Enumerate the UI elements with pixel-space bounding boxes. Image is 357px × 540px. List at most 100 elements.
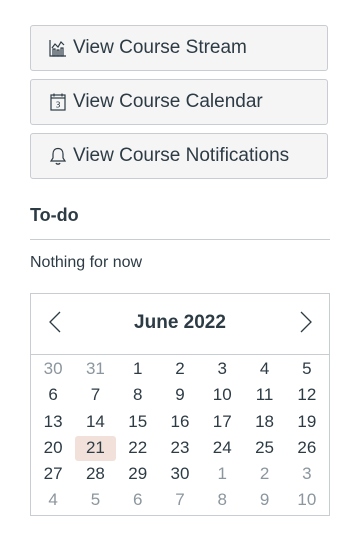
calendar-day[interactable]: 2 [243, 461, 285, 487]
calendar-day-number: 2 [175, 359, 185, 378]
calendar-day[interactable]: 29 [117, 461, 159, 487]
calendar-day[interactable]: 24 [201, 435, 243, 461]
calendar-icon: 3 [47, 91, 69, 113]
calendar-day-number: 4 [259, 359, 270, 378]
calendar-day-number: 13 [43, 411, 63, 431]
view-course-notifications-button[interactable]: View Course Notifications [30, 133, 328, 179]
calendar-day[interactable]: 5 [286, 356, 328, 382]
calendar-days-grid: 30 31 1 2 3 4 5 6 7 8 9 10 11 12 13 14 15 16 17 18 19 20 21 22 2… [32, 356, 328, 514]
next-month-button[interactable] [293, 310, 319, 338]
calendar-day-number: 24 [212, 437, 232, 457]
bell-icon [47, 145, 69, 167]
calendar-day-number: 7 [90, 385, 101, 405]
calendar-day-number: 6 [132, 490, 143, 510]
calendar-day[interactable]: 9 [159, 382, 201, 408]
calendar-week-row: 6 7 8 9 10 11 12 [32, 382, 328, 408]
calendar-day[interactable]: 7 [74, 382, 116, 408]
calendar-day[interactable]: 1 [117, 356, 159, 382]
calendar-day-today[interactable]: 21 [74, 435, 116, 462]
calendar-day[interactable]: 5 [74, 487, 116, 513]
calendar-day-number: 8 [217, 490, 227, 510]
calendar-week-row: 20 21 22 23 24 25 26 [32, 435, 328, 462]
calendar-day[interactable]: 31 [74, 356, 116, 382]
calendar-day[interactable]: 6 [32, 382, 74, 408]
calendar-month-label: June 2022 [134, 312, 226, 333]
calendar-day[interactable]: 23 [159, 435, 201, 461]
calendar-day[interactable]: 8 [201, 487, 243, 513]
calendar-day[interactable]: 14 [74, 409, 116, 435]
calendar-day[interactable]: 17 [201, 409, 243, 435]
calendar-day-number: 10 [297, 490, 317, 510]
calendar-day[interactable]: 28 [74, 461, 116, 487]
calendar-day-number: 16 [170, 411, 190, 431]
calendar-day-number: 9 [259, 490, 270, 510]
calendar-day[interactable]: 11 [243, 382, 285, 408]
calendar-day-number: 31 [85, 359, 105, 378]
calendar-day[interactable]: 20 [32, 435, 74, 461]
calendar-day-number: 27 [43, 464, 63, 484]
view-course-stream-button[interactable]: View Course Stream [30, 25, 328, 71]
calendar-day-number: 25 [255, 437, 274, 457]
calendar-week-row: 30 31 1 2 3 4 5 [32, 356, 328, 382]
calendar-day[interactable]: 19 [286, 409, 328, 435]
todo-empty-text: Nothing for now [30, 254, 143, 271]
calendar-day[interactable]: 4 [32, 487, 74, 513]
calendar-day-number: 30 [170, 464, 190, 484]
calendar-day[interactable]: 1 [201, 461, 243, 487]
calendar-day[interactable]: 9 [243, 487, 285, 513]
calendar-day-number: 10 [212, 385, 232, 405]
calendar-day-number: 14 [85, 411, 105, 431]
calendar-day[interactable]: 16 [159, 409, 201, 435]
calendar-day[interactable]: 30 [32, 356, 74, 382]
calendar-day[interactable]: 15 [117, 409, 159, 435]
calendar-day[interactable]: 3 [286, 461, 328, 487]
calendar-day-number: 11 [255, 385, 274, 405]
calendar-day[interactable]: 13 [32, 409, 74, 435]
calendar-day[interactable]: 7 [159, 487, 201, 513]
calendar-day[interactable]: 30 [159, 461, 201, 487]
todo-divider [30, 239, 330, 240]
calendar-day[interactable]: 6 [117, 487, 159, 513]
calendar-week-row: 13 14 15 16 17 18 19 [32, 409, 328, 435]
calendar-day-number: 9 [175, 385, 185, 405]
calendar-day-number: 15 [128, 411, 148, 431]
calendar-day[interactable]: 22 [117, 435, 159, 461]
calendar-day-number: 1 [132, 359, 143, 378]
chevron-right-icon [299, 310, 313, 339]
calendar-week-row: 27 28 29 30 1 2 3 [32, 461, 328, 487]
calendar-day[interactable]: 12 [286, 382, 328, 408]
calendar-day-number: 2 [259, 464, 270, 484]
calendar-week-row: 4 5 6 7 8 9 10 [32, 487, 328, 513]
calendar-day[interactable]: 27 [32, 461, 74, 487]
calendar-day-number: 28 [85, 464, 105, 484]
calendar-day-number: 4 [48, 490, 58, 510]
calendar-day-number: 3 [217, 359, 227, 378]
calendar-day-number: 12 [297, 385, 317, 405]
calendar-day[interactable]: 3 [201, 356, 243, 382]
calendar-day-number: 1 [217, 464, 227, 484]
view-course-calendar-label: View Course Calendar [73, 91, 263, 112]
calendar-day[interactable]: 2 [159, 356, 201, 382]
calendar-day[interactable]: 25 [243, 435, 285, 461]
todo-heading: To-do [30, 205, 79, 225]
view-course-stream-label: View Course Stream [73, 37, 247, 58]
calendar-day[interactable]: 26 [286, 435, 328, 461]
calendar-day[interactable]: 4 [243, 356, 285, 382]
calendar-day-number: 30 [43, 359, 63, 378]
course-sidebar: View Course Stream 3 View Course Calenda… [0, 0, 357, 540]
calendar-day[interactable]: 10 [201, 382, 243, 408]
calendar-day-number: 20 [43, 437, 63, 457]
calendar-day-number: 6 [48, 385, 58, 405]
calendar-day[interactable]: 8 [117, 382, 159, 408]
mini-calendar: June 2022 30 31 1 2 3 4 5 6 7 8 9 10 11 12 13 14 15 16 17 1… [30, 293, 330, 516]
calendar-day[interactable]: 10 [286, 487, 328, 513]
calendar-day-number: 17 [212, 411, 232, 431]
calendar-day[interactable]: 18 [243, 409, 285, 435]
calendar-day-number: 7 [175, 490, 185, 510]
calendar-day-number: 21 [85, 437, 105, 457]
calendar-day-number: 3 [302, 464, 312, 484]
calendar-day-number: 8 [132, 385, 143, 405]
view-course-calendar-button[interactable]: 3 View Course Calendar [30, 79, 328, 125]
calendar-day-number: 23 [170, 437, 190, 457]
calendar-day-number: 22 [128, 437, 148, 457]
